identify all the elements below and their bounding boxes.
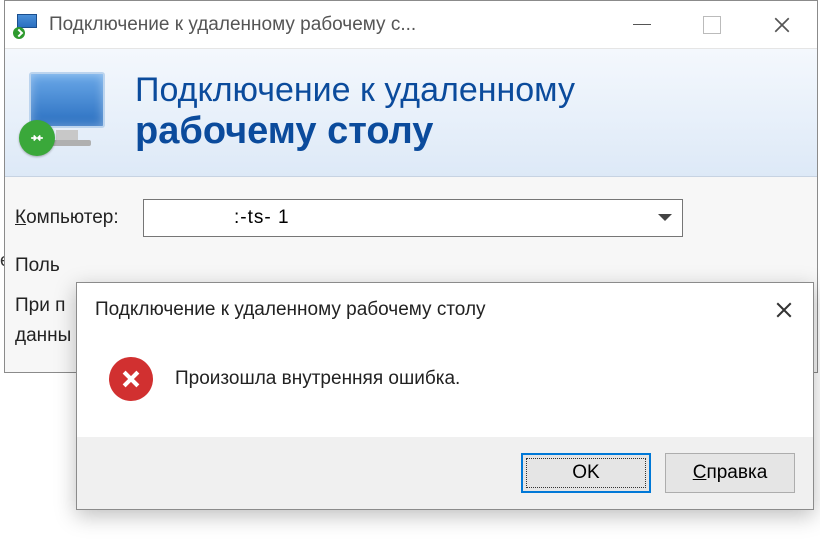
user-label-truncated: Поль <box>15 255 807 277</box>
chevron-down-icon[interactable] <box>658 214 672 221</box>
error-icon <box>109 357 153 401</box>
ok-button[interactable]: OK <box>521 453 651 493</box>
error-dialog: Подключение к удаленному рабочему столу … <box>76 282 814 510</box>
banner: Подключение к удаленному рабочему столу <box>5 49 817 177</box>
titlebar: Подключение к удаленному рабочему с... <box>5 1 817 49</box>
dialog-close-button[interactable] <box>769 295 799 325</box>
maximize-button[interactable] <box>677 1 747 48</box>
window-title: Подключение к удаленному рабочему с... <box>49 14 607 36</box>
banner-line2: рабочему столу <box>135 110 575 154</box>
dialog-title: Подключение к удаленному рабочему столу <box>95 299 769 321</box>
computer-value: :-ts- 1 <box>154 207 658 229</box>
error-message: Произошла внутренняя ошибка. <box>175 368 460 390</box>
minimize-button[interactable] <box>607 1 677 48</box>
computer-label: Компьютер: <box>15 207 143 229</box>
close-button[interactable] <box>747 1 817 48</box>
computer-combobox[interactable]: :-ts- 1 <box>143 199 683 237</box>
banner-line1: Подключение к удаленному <box>135 71 575 110</box>
help-button[interactable]: Справка <box>665 453 795 493</box>
rdp-app-icon <box>15 13 39 37</box>
rdp-banner-icon <box>23 72 115 152</box>
